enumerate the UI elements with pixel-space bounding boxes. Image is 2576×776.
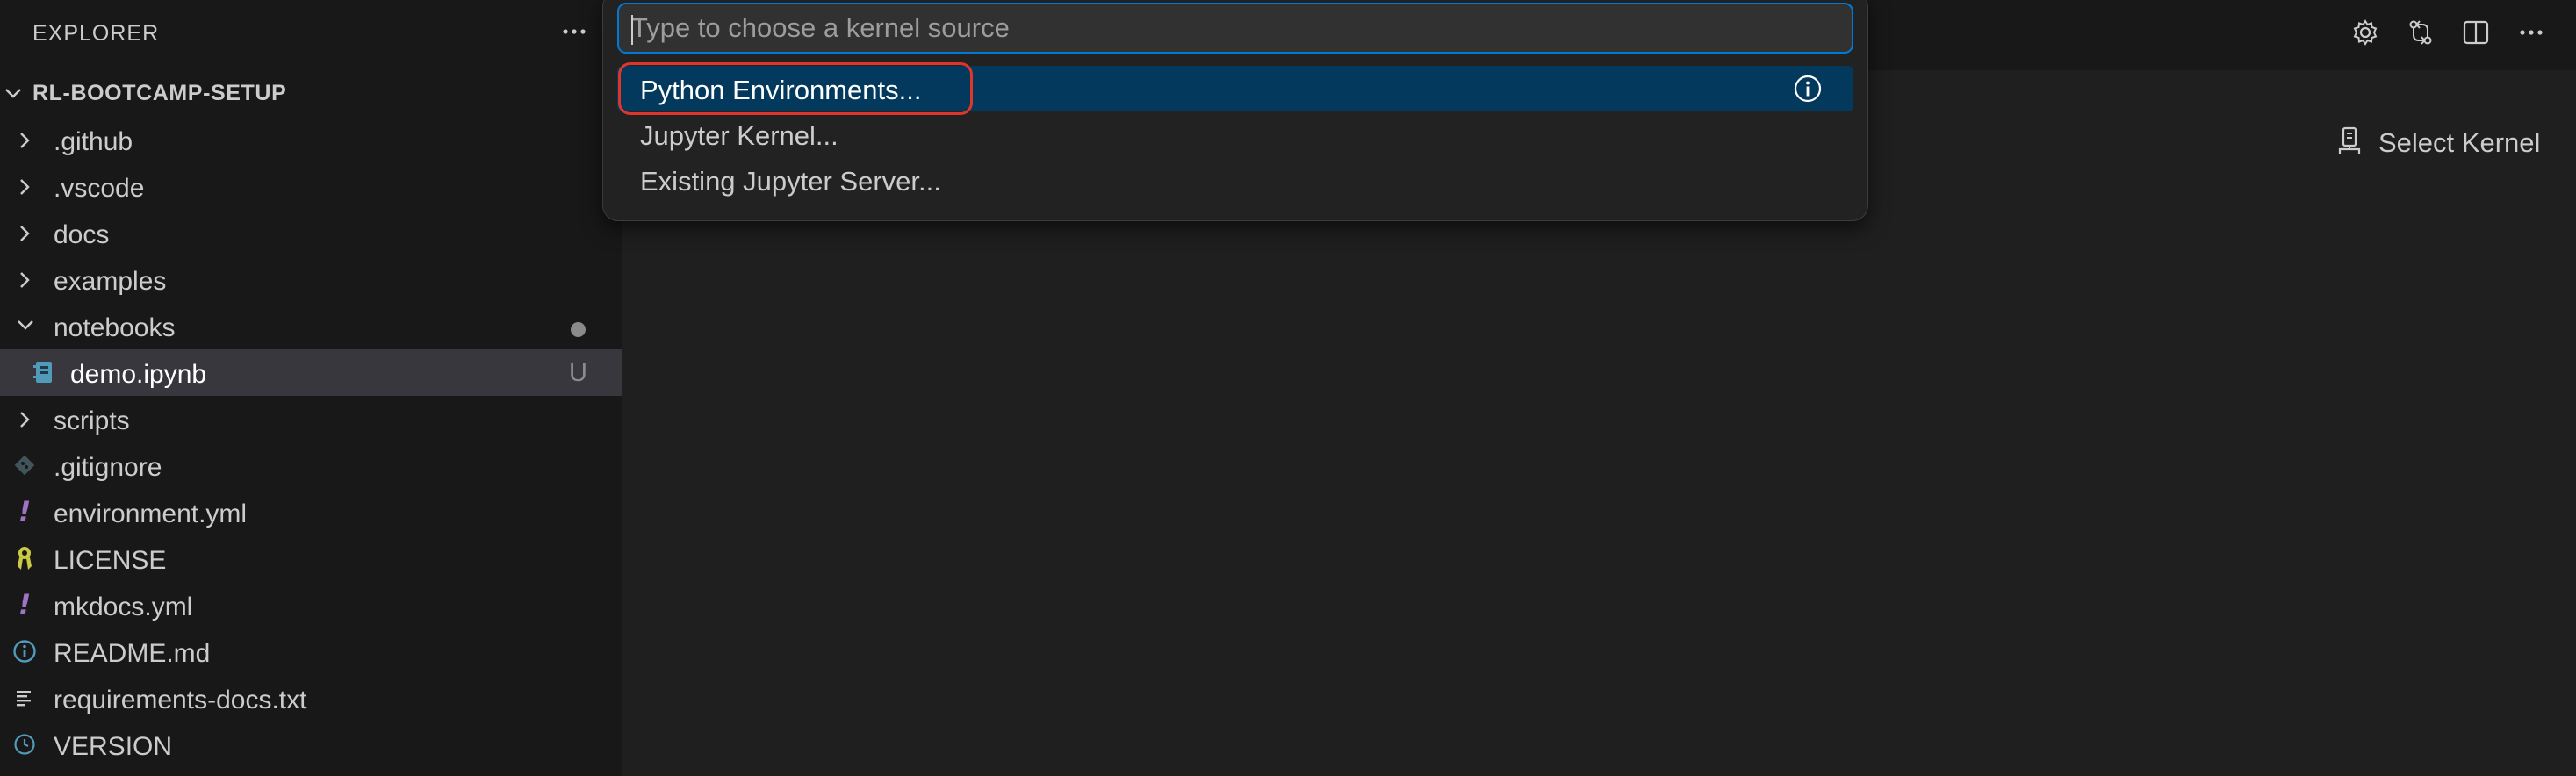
chevron-down-icon: [4, 84, 23, 106]
modified-dot-badge: [571, 322, 586, 337]
chevron-right-icon: [18, 270, 32, 294]
compare-changes-icon[interactable]: [2402, 14, 2439, 51]
tree-item-readme-md[interactable]: README.md: [0, 629, 622, 675]
chevron-right-icon: [18, 177, 32, 201]
kernel-icon: [2336, 126, 2363, 161]
tree-item-examples[interactable]: examples: [0, 256, 622, 303]
git-icon: [12, 453, 37, 478]
quick-pick-item-label: Existing Jupyter Server...: [640, 166, 941, 197]
tree-item-label: mkdocs.yml: [54, 593, 193, 622]
tree-item-label: examples: [54, 267, 167, 296]
tree-item-docs[interactable]: docs: [0, 210, 622, 256]
yaml-icon: !: [18, 495, 32, 528]
quick-pick-item-jupyter-kernel[interactable]: Jupyter Kernel...: [617, 111, 1853, 157]
chevron-down-icon: [16, 319, 35, 337]
tree-item-label: demo.ipynb: [70, 360, 207, 389]
tree-item-license[interactable]: LICENSE: [0, 535, 622, 582]
tree-item-label: .gitignore: [54, 453, 162, 482]
more-actions-icon[interactable]: [2513, 14, 2550, 51]
info-icon[interactable]: [1792, 73, 1824, 104]
untracked-badge: U: [569, 359, 587, 387]
tree-item-demo-ipynb[interactable]: demo.ipynb U: [0, 349, 622, 396]
tree-item-environment-yml[interactable]: ! environment.yml: [0, 489, 622, 535]
tree-item-label: environment.yml: [54, 499, 248, 528]
tree-item-gitignore[interactable]: .gitignore: [0, 442, 622, 489]
tree-item-label: notebooks: [54, 313, 176, 342]
chevron-right-icon: [18, 131, 32, 154]
license-icon: [12, 546, 37, 571]
quick-pick-item-label: Jupyter Kernel...: [640, 120, 838, 151]
quick-pick-item-label: Python Environments...: [640, 75, 922, 105]
tree-item-label: requirements-docs.txt: [54, 686, 307, 715]
tree-item-version[interactable]: VERSION: [0, 722, 622, 768]
tree-item-label: .vscode: [54, 174, 145, 203]
tree-item-label: scripts: [54, 406, 130, 435]
yaml-icon: !: [18, 588, 32, 622]
select-kernel-label: Select Kernel: [2378, 127, 2541, 158]
split-editor-icon[interactable]: [2457, 14, 2494, 51]
text-lines-icon: [12, 686, 37, 710]
tree-item-scripts[interactable]: scripts: [0, 396, 622, 442]
tree-item-github[interactable]: .github: [0, 117, 622, 163]
kernel-source-quick-pick: Python Environments... Jupyter Kernel...…: [602, 0, 1868, 221]
quick-pick-item-python-environments[interactable]: Python Environments...: [617, 66, 1853, 111]
explorer-sidebar: EXPLORER RL-BOOTCAMP-SETUP .github .vsco…: [0, 0, 622, 776]
chevron-right-icon: [18, 224, 32, 248]
tree-item-notebooks[interactable]: notebooks: [0, 303, 622, 349]
tree-item-requirements-docs-txt[interactable]: requirements-docs.txt: [0, 675, 622, 722]
explorer-header: EXPLORER: [0, 0, 622, 67]
tree-item-label: README.md: [54, 639, 211, 668]
kernel-source-search-field[interactable]: [617, 3, 1853, 54]
workspace-root-label: RL-BOOTCAMP-SETUP: [32, 81, 287, 105]
chevron-right-icon: [18, 410, 32, 434]
tree-item-mkdocs-yml[interactable]: ! mkdocs.yml: [0, 582, 622, 629]
tree-item-label: VERSION: [54, 732, 173, 761]
kernel-source-search-input[interactable]: [619, 4, 1852, 52]
text-caret: [631, 15, 633, 45]
clock-icon: [12, 732, 37, 757]
notebook-icon: [32, 360, 56, 384]
more-actions-icon[interactable]: [558, 16, 590, 47]
workspace-root-folder[interactable]: RL-BOOTCAMP-SETUP: [0, 75, 622, 111]
select-kernel-button[interactable]: Select Kernel: [2336, 123, 2540, 163]
vscode-window: EXPLORER RL-BOOTCAMP-SETUP .github .vsco…: [0, 0, 2576, 776]
tree-item-label: .github: [54, 127, 133, 156]
tree-item-vscode[interactable]: .vscode: [0, 163, 622, 210]
gear-icon[interactable]: [2347, 14, 2384, 51]
tree-item-label: LICENSE: [54, 546, 167, 575]
info-icon: [12, 639, 37, 664]
explorer-title: EXPLORER: [32, 21, 160, 46]
tree-item-label: docs: [54, 220, 110, 249]
quick-pick-item-existing-jupyter-server[interactable]: Existing Jupyter Server...: [617, 157, 1853, 203]
